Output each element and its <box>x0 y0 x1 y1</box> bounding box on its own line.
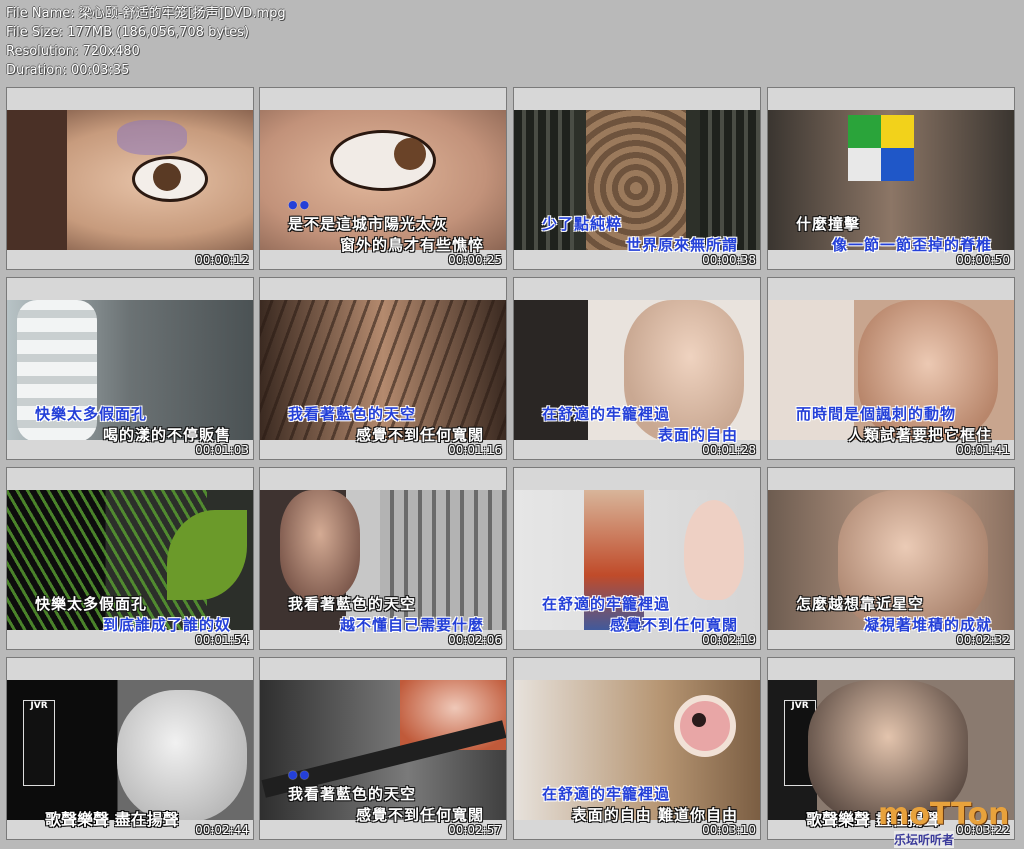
timestamp: 00:02:44 <box>195 823 249 837</box>
thumbnail-13[interactable]: JVR 歌聲樂聲 盡在揚聲 00:02:44 <box>6 657 254 840</box>
thumbnail-2[interactable]: ●● 是不是這城市陽光太灰 窗外的鳥才有些憔悴 00:00:25 <box>259 87 507 270</box>
timestamp: 00:02:06 <box>448 633 502 647</box>
thumbnail-3[interactable]: 少了點純粹 世界原來無所謂 00:00:38 <box>513 87 761 270</box>
watermark-sub: 乐坛听听者 <box>894 831 955 848</box>
timestamp: 00:01:16 <box>448 443 502 457</box>
thumbnail-14[interactable]: ●● 我看著藍色的天空 感覺不到任何寬闊 00:02:57 <box>259 657 507 840</box>
thumbnail-6[interactable]: 我看著藍色的天空 感覺不到任何寬闊 00:01:16 <box>259 277 507 460</box>
jvr-logo: JVR <box>23 700 55 786</box>
face <box>280 490 360 600</box>
timestamp: 00:02:57 <box>448 823 502 837</box>
lyric-indicator: ●● <box>288 198 312 211</box>
thumbnail-15[interactable]: 在舒適的牢籠裡過 表面的自由 難道你自由 00:03:10 <box>513 657 761 840</box>
timestamp: 00:00:50 <box>956 253 1010 267</box>
thumbnail-10[interactable]: 我看著藍色的天空 越不懂自己需要什麼 00:02:06 <box>259 467 507 650</box>
thumbnail-9[interactable]: 快樂太多假面孔 到底誰成了誰的奴 00:01:54 <box>6 467 254 650</box>
thumbnail-5[interactable]: 快樂太多假面孔 喝的漾的不停販售 00:01:03 <box>6 277 254 460</box>
timestamp: 00:00:12 <box>195 253 249 267</box>
rubiks-cube <box>848 115 914 181</box>
lyric-indicator: ●● <box>288 768 312 781</box>
thumbnail-grid: 00:00:12 ●● 是不是這城市陽光太灰 窗外的鳥才有些憔悴 00:00:2… <box>0 0 1024 849</box>
thumbnail-7[interactable]: 在舒適的牢籠裡過 表面的自由 00:01:28 <box>513 277 761 460</box>
timestamp: 00:00:25 <box>448 253 502 267</box>
thumbnail-11[interactable]: 在舒適的牢籠裡過 感覺不到任何寬闊 00:02:19 <box>513 467 761 650</box>
timestamp: 00:02:32 <box>956 633 1010 647</box>
timestamp: 00:01:54 <box>195 633 249 647</box>
timestamp: 00:02:19 <box>702 633 756 647</box>
timestamp: 00:01:28 <box>702 443 756 457</box>
timestamp: 00:01:03 <box>195 443 249 457</box>
face-decoration <box>117 120 187 155</box>
timestamp: 00:03:10 <box>702 823 756 837</box>
watermark-main: moTTon <box>878 797 1010 832</box>
timestamp: 00:00:38 <box>702 253 756 267</box>
thumbnail-8[interactable]: 而時間是個諷刺的動物 人類試著要把它框住 00:01:41 <box>767 277 1015 460</box>
thumbnail-1[interactable]: 00:00:12 <box>6 87 254 270</box>
cat <box>117 690 247 822</box>
watermark: moTTon 乐坛听听者 <box>858 797 1018 848</box>
thumbnail-4[interactable]: 什麼撞擊 像一節一節歪掉的脊椎 00:00:50 <box>767 87 1015 270</box>
ear-model <box>684 500 744 600</box>
timestamp: 00:01:41 <box>956 443 1010 457</box>
animal-eye <box>674 695 736 757</box>
thumbnail-12[interactable]: 怎麼越想靠近星空 凝視著堆積的成就 00:02:32 <box>767 467 1015 650</box>
brand-slogan: 歌聲樂聲 盡在揚聲 <box>45 810 179 829</box>
